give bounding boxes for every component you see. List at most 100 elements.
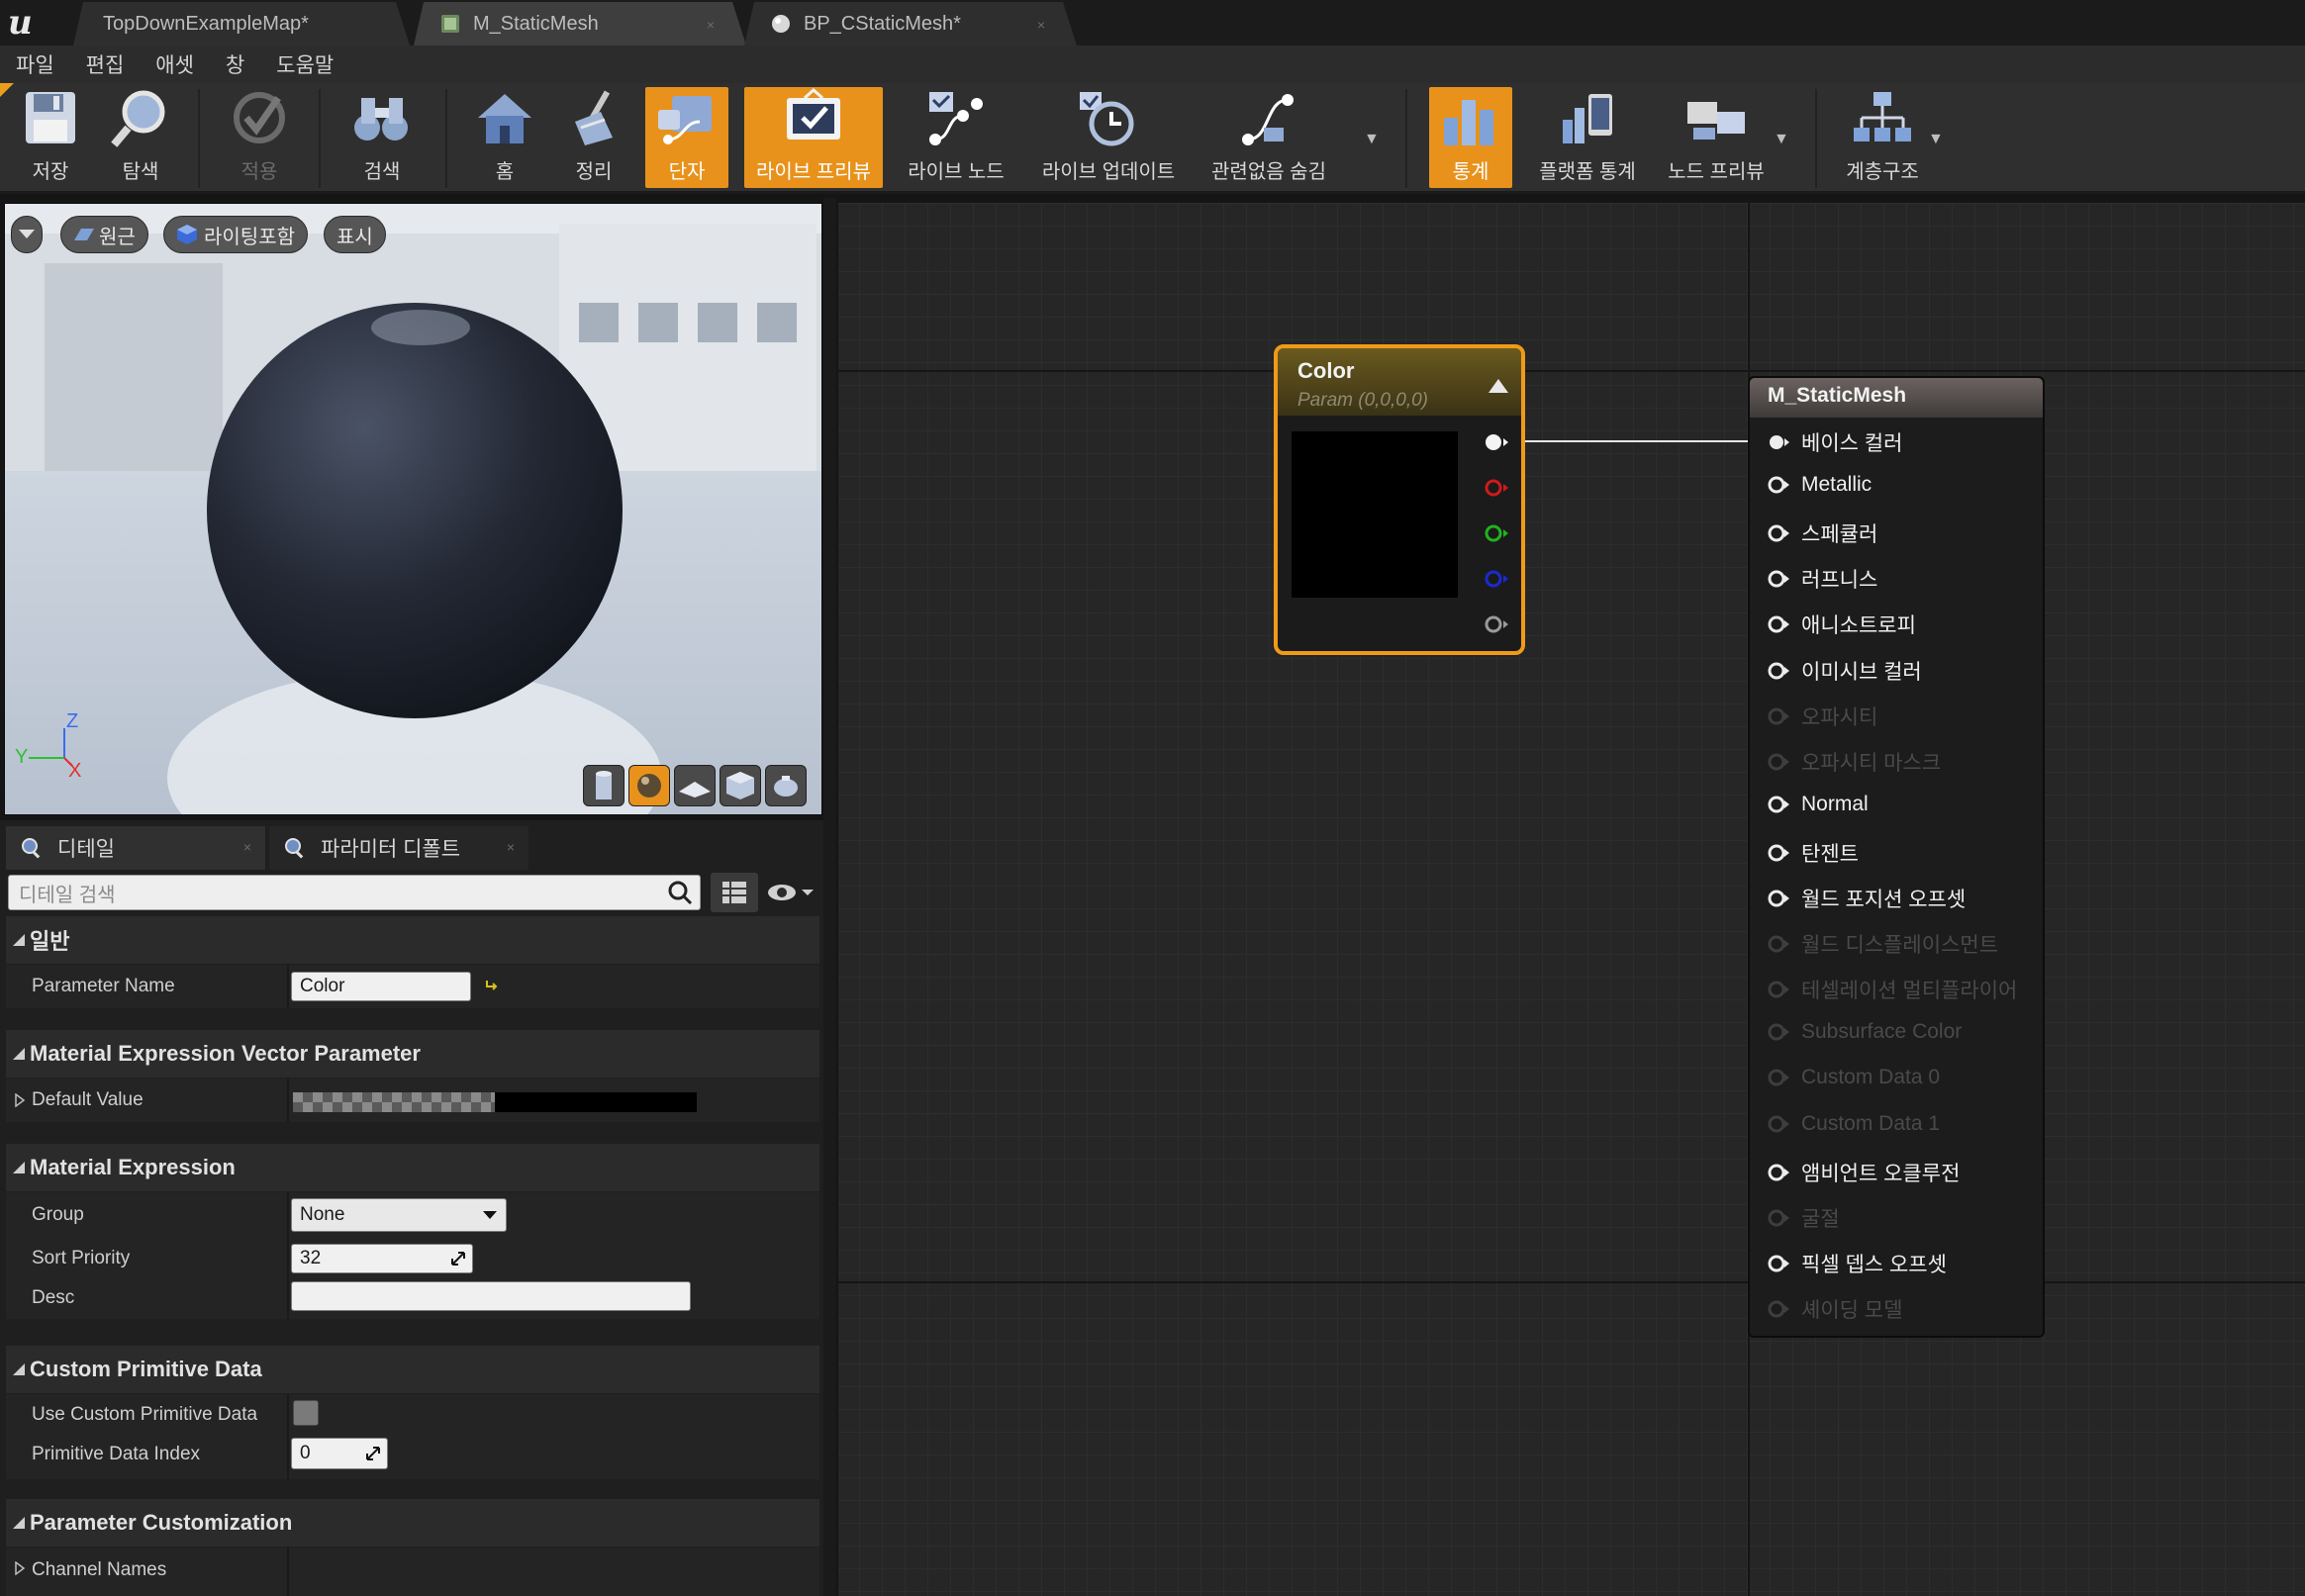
browse-button[interactable]: 탐색 xyxy=(99,87,182,188)
material-input-pin[interactable]: 애니소트로피 xyxy=(1768,610,1916,639)
material-preview-viewport[interactable]: 원근 라이팅포함 표시 Z Y X xyxy=(4,203,822,815)
expand-triangle-icon[interactable] xyxy=(14,1561,26,1575)
live-preview-button[interactable]: 라이브 프리뷰 xyxy=(744,87,883,188)
perspective-button[interactable]: 원근 xyxy=(60,216,148,253)
desc-label: Desc xyxy=(32,1287,75,1308)
menu-asset[interactable]: 애셋 xyxy=(155,49,194,79)
material-input-pin[interactable]: Metallic xyxy=(1768,473,1872,497)
menu-help[interactable]: 도움말 xyxy=(276,49,334,79)
preview-cylinder-button[interactable] xyxy=(583,765,624,806)
output-pin-a-icon[interactable] xyxy=(1484,613,1509,635)
reset-to-default-icon[interactable] xyxy=(483,977,501,994)
preview-mesh-button[interactable] xyxy=(765,765,807,806)
close-icon[interactable]: × xyxy=(243,839,251,855)
material-input-pin[interactable]: 월드 포지션 오프셋 xyxy=(1768,884,1966,913)
input-pin-label: 굴절 xyxy=(1801,1207,1840,1231)
unreal-logo-icon[interactable]: u xyxy=(6,4,42,40)
sort-priority-spinbox[interactable]: 32 xyxy=(291,1244,473,1273)
category-material-expression[interactable]: Material Expression xyxy=(6,1144,819,1191)
material-input-pin[interactable]: 앰비언트 오클루전 xyxy=(1768,1158,1960,1187)
category-custom-primitive-data[interactable]: Custom Primitive Data xyxy=(6,1346,819,1393)
output-pin-g-icon[interactable] xyxy=(1484,522,1509,544)
color-parameter-node[interactable]: Color Param (0,0,0,0) xyxy=(1274,344,1525,655)
visibility-options-button[interactable] xyxy=(762,873,817,912)
category-general-label: 일반 xyxy=(30,929,70,954)
panel-splitter[interactable] xyxy=(823,198,836,1596)
preview-sphere-button[interactable] xyxy=(628,765,670,806)
save-button[interactable]: 저장 xyxy=(10,87,91,188)
material-input-pin[interactable]: 픽셀 뎁스 오프셋 xyxy=(1768,1249,1947,1278)
list-view-icon xyxy=(722,882,746,903)
live-preview-monitor-icon xyxy=(787,88,840,140)
apply-label: 적용 xyxy=(240,161,278,183)
output-pin-r-icon[interactable] xyxy=(1484,477,1509,499)
close-icon[interactable]: × xyxy=(1037,17,1045,33)
search-label: 검색 xyxy=(363,161,401,183)
show-button[interactable]: 표시 xyxy=(324,216,386,253)
material-input-pin[interactable]: 이미시브 컬러 xyxy=(1768,656,1922,686)
menu-window[interactable]: 창 xyxy=(226,49,244,79)
material-result-node[interactable]: M_StaticMesh 베이스 컬러 Metallic 스페큘러 러프니스 애니소트로… xyxy=(1748,376,2045,1338)
preview-plane-button[interactable] xyxy=(674,765,716,806)
live-update-button[interactable]: 라이브 업데이트 xyxy=(1029,87,1188,188)
material-input-pin[interactable]: 베이스 컬러 xyxy=(1768,427,1902,457)
preview-cube-button[interactable] xyxy=(720,765,761,806)
close-icon[interactable]: × xyxy=(507,839,515,855)
sphere-icon xyxy=(637,774,661,798)
search-button[interactable]: 검색 xyxy=(340,87,424,188)
live-nodes-button[interactable]: 라이브 노드 xyxy=(899,87,1013,188)
hierarchy-button[interactable]: 계층구조 xyxy=(1835,87,1930,188)
apply-button[interactable]: 적용 xyxy=(218,87,301,188)
connectors-button[interactable]: 단자 xyxy=(645,87,728,188)
output-pin-rgb-icon[interactable] xyxy=(1484,431,1509,453)
node-preview-button[interactable]: 노드 프리뷰 xyxy=(1657,87,1776,188)
tab-parameter-defaults[interactable]: 파라미터 디폴트 × xyxy=(269,826,528,870)
stats-button[interactable]: 통계 xyxy=(1429,87,1512,188)
axis-y-label: Y xyxy=(15,746,29,768)
material-input-pin[interactable]: 탄젠트 xyxy=(1768,838,1859,868)
desc-input[interactable] xyxy=(291,1281,691,1311)
hide-unrelated-button[interactable]: 관련없음 숨김 xyxy=(1200,87,1338,188)
category-vector-parameter[interactable]: Material Expression Vector Parameter xyxy=(6,1030,819,1078)
home-button[interactable]: 홈 xyxy=(465,87,544,188)
material-input-pin: Custom Data 0 xyxy=(1768,1066,1940,1089)
menu-edit[interactable]: 편집 xyxy=(86,49,125,79)
group-dropdown[interactable]: None xyxy=(291,1198,507,1232)
tab-bp-cstaticmesh[interactable]: BP_CStaticMesh* × xyxy=(744,2,1077,46)
chevron-down-icon[interactable]: ▼ xyxy=(1774,131,1789,148)
lighting-button[interactable]: 라이팅포함 xyxy=(163,216,308,253)
category-parameter-customization[interactable]: Parameter Customization xyxy=(6,1499,819,1547)
axis-gizmo: Z Y X xyxy=(13,710,82,782)
platform-stats-button[interactable]: 플랫폼 통계 xyxy=(1528,87,1647,188)
property-row-group: Group None Sort Priority 32 Desc xyxy=(6,1192,819,1319)
tab-topdown-map[interactable]: TopDownExampleMap* xyxy=(73,2,410,46)
output-pin-b-icon[interactable] xyxy=(1484,568,1509,590)
clean-up-button[interactable]: 정리 xyxy=(554,87,633,188)
input-pin-label: Subsurface Color xyxy=(1801,1020,1963,1044)
expand-triangle-icon[interactable] xyxy=(14,1093,26,1107)
tab-details[interactable]: 디테일 × xyxy=(6,826,265,870)
sort-priority-label: Sort Priority xyxy=(32,1248,131,1268)
details-search-input[interactable]: 디테일 검색 xyxy=(8,875,701,910)
parameter-name-input[interactable]: Color xyxy=(291,972,471,1001)
material-input-pin[interactable]: 스페큘러 xyxy=(1768,518,1877,548)
default-value-label: Default Value xyxy=(32,1089,144,1110)
chevron-down-icon[interactable]: ▼ xyxy=(1364,131,1380,148)
tab-m-staticmesh[interactable]: M_StaticMesh × xyxy=(414,2,746,46)
property-matrix-button[interactable] xyxy=(711,873,758,912)
collapse-arrow-icon[interactable] xyxy=(1488,378,1509,394)
category-general[interactable]: 일반 xyxy=(6,916,819,964)
use-custom-primitive-checkbox[interactable] xyxy=(293,1400,319,1426)
color-preview-swatch xyxy=(1292,431,1458,598)
close-icon[interactable]: × xyxy=(707,17,715,33)
chevron-down-icon[interactable]: ▼ xyxy=(1928,131,1944,148)
default-value-color-swatch[interactable] xyxy=(293,1092,697,1112)
primitive-data-index-spinbox[interactable]: 0 xyxy=(291,1438,388,1469)
material-input-pin[interactable]: Normal xyxy=(1768,793,1869,816)
material-input-pin[interactable]: 러프니스 xyxy=(1768,564,1877,594)
viewport-options-button[interactable] xyxy=(11,216,43,253)
menu-file[interactable]: 파일 xyxy=(16,49,54,79)
material-graph-canvas[interactable] xyxy=(836,203,2305,1596)
input-pin-icon xyxy=(1768,1164,1789,1181)
input-pin-label: 월드 디스플레이스먼트 xyxy=(1801,934,1999,958)
